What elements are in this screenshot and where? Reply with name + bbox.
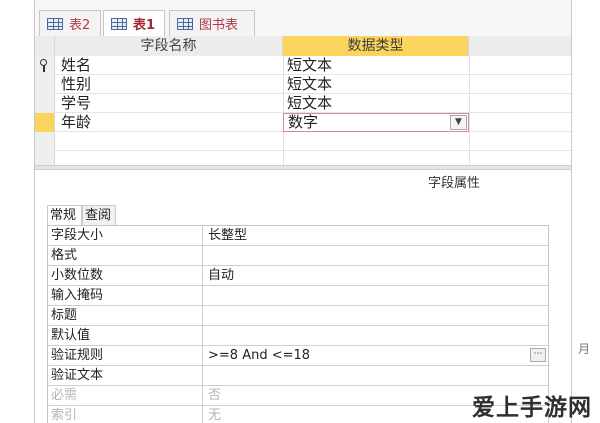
- property-row-validation-rule[interactable]: 验证规则 >=8 And <=18 ⋯: [48, 346, 548, 366]
- field-type[interactable]: 短文本: [287, 75, 332, 94]
- property-label: 必需: [51, 388, 78, 403]
- primary-key-icon: [40, 59, 47, 72]
- tab-table1[interactable]: 表1: [103, 10, 165, 36]
- tab-lookup[interactable]: 查阅: [82, 205, 116, 225]
- property-value[interactable]: >=8 And <=18: [208, 346, 310, 365]
- row-selector[interactable]: [35, 113, 55, 132]
- row-selector[interactable]: [35, 56, 55, 75]
- row-selector[interactable]: [35, 94, 55, 113]
- row-selector[interactable]: [35, 132, 55, 151]
- property-row[interactable]: 输入掩码: [48, 286, 548, 306]
- field-row[interactable]: 学号 短文本: [35, 94, 571, 113]
- field-type[interactable]: 短文本: [287, 94, 332, 113]
- property-row[interactable]: 小数位数 自动: [48, 266, 548, 286]
- field-name[interactable]: 性别: [61, 75, 91, 94]
- property-row[interactable]: 字段大小 长整型: [48, 226, 548, 246]
- property-row[interactable]: 格式: [48, 246, 548, 266]
- splitter[interactable]: [35, 165, 571, 170]
- field-name[interactable]: 姓名: [61, 56, 91, 75]
- field-name[interactable]: 学号: [61, 94, 91, 113]
- document-tab-bar: 表2 表1 图书表: [35, 0, 571, 36]
- property-label: 验证规则: [51, 348, 104, 363]
- field-properties-label: 字段属性: [428, 176, 481, 191]
- field-name[interactable]: 年龄: [61, 113, 91, 132]
- property-row[interactable]: 标题: [48, 306, 548, 326]
- field-row[interactable]: 性别 短文本: [35, 75, 571, 94]
- property-label: 小数位数: [51, 268, 104, 283]
- tab-label: 表1: [133, 18, 156, 33]
- data-type-header[interactable]: 数据类型: [283, 36, 469, 56]
- field-name-header[interactable]: 字段名称: [55, 36, 283, 56]
- property-value[interactable]: 无: [208, 406, 221, 423]
- table-icon: [47, 17, 63, 30]
- property-label: 格式: [51, 248, 78, 263]
- property-value[interactable]: 自动: [208, 266, 234, 285]
- property-label: 默认值: [51, 328, 91, 343]
- property-row[interactable]: 默认值: [48, 326, 548, 346]
- row-selector[interactable]: [35, 75, 55, 94]
- tab-label: 图书表: [199, 18, 239, 33]
- tab-label: 表2: [69, 18, 91, 33]
- property-value[interactable]: 长整型: [208, 226, 247, 245]
- row-selector-header[interactable]: [35, 36, 55, 56]
- property-label: 输入掩码: [51, 288, 104, 303]
- chevron-down-icon[interactable]: ▼: [450, 115, 467, 130]
- table-icon: [111, 17, 127, 30]
- watermark: 爱上手游网: [472, 395, 592, 421]
- property-label: 索引: [51, 408, 78, 423]
- table-icon: [177, 17, 193, 30]
- field-type[interactable]: 短文本: [287, 56, 332, 75]
- tab-table2[interactable]: 表2: [39, 10, 101, 36]
- property-label: 标题: [51, 308, 78, 323]
- property-label: 字段大小: [51, 228, 104, 243]
- property-value[interactable]: 否: [208, 386, 221, 405]
- description-header[interactable]: [469, 36, 571, 56]
- table-design-window: 表2 表1 图书表 字段名称 数据类型 姓名 短文本 性别 短文本 学号 短文本…: [34, 0, 572, 423]
- field-row-selected[interactable]: 年龄 数字 ▼: [35, 113, 571, 132]
- data-type-value: 数字: [288, 113, 319, 131]
- ellipsis-icon[interactable]: ⋯: [530, 348, 546, 362]
- field-row[interactable]: 姓名 短文本: [35, 56, 571, 75]
- tab-books-table[interactable]: 图书表: [169, 10, 255, 36]
- side-text-fragment: 月: [578, 342, 591, 356]
- tab-general[interactable]: 常规: [47, 205, 82, 225]
- property-label: 验证文本: [51, 368, 104, 383]
- data-type-select[interactable]: 数字 ▼: [283, 113, 469, 132]
- field-row-empty[interactable]: [35, 132, 571, 151]
- property-row[interactable]: 验证文本: [48, 366, 548, 386]
